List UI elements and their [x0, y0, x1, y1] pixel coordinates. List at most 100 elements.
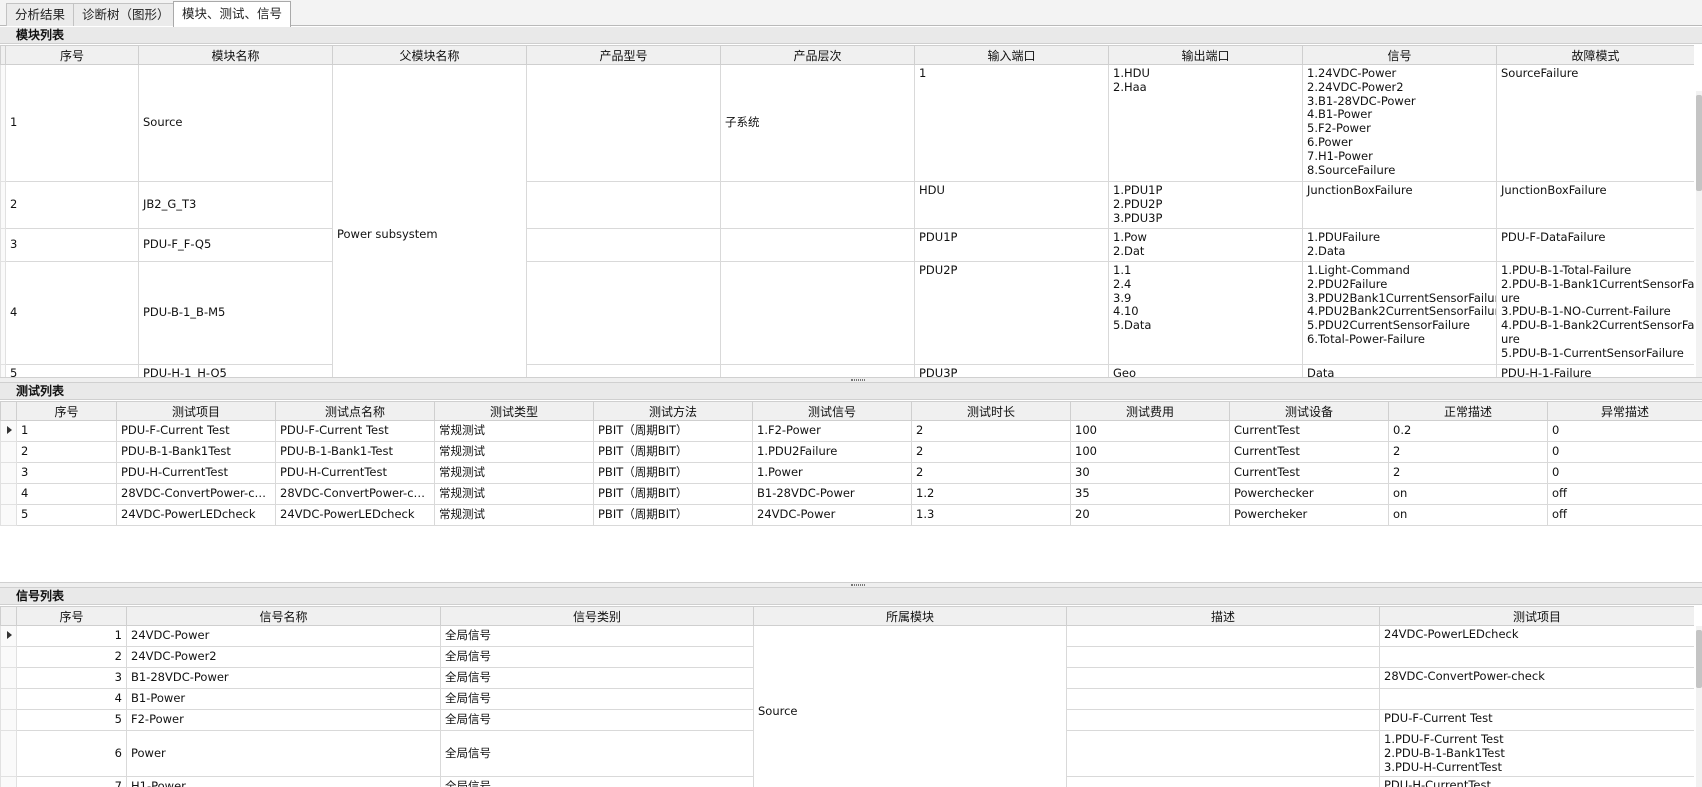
cell-signal-name[interactable]: H1-Power [126, 776, 441, 787]
cell-signals[interactable]: 1.24VDC-Power 2.24VDC-Power2 3.B1-28VDC-… [1302, 64, 1497, 182]
row-indicator[interactable] [0, 462, 17, 484]
cell-faults[interactable]: PDU-F-DataFailure [1496, 228, 1694, 262]
col-header[interactable]: 测试信号 [752, 401, 912, 421]
cell-test-method[interactable]: PBIT（周期BIT） [593, 420, 753, 442]
cell-seq[interactable]: 1 [16, 420, 117, 442]
cell-signal-desc[interactable] [1066, 776, 1380, 787]
tab-diagnosis-tree[interactable]: 诊断树（图形） [73, 3, 179, 26]
cell-seq[interactable]: 6 [16, 729, 127, 778]
table-row[interactable]: 1 PDU-F-Current Test PDU-F-Current Test … [0, 420, 1702, 442]
cell-test-equipment[interactable]: Powerchecker [1229, 483, 1389, 505]
cell-test-signal[interactable]: 24VDC-Power [752, 504, 912, 526]
cell-test-method[interactable]: PBIT（周期BIT） [593, 441, 753, 463]
col-header[interactable]: 序号 [16, 401, 117, 421]
cell-test-cost[interactable]: 20 [1070, 504, 1230, 526]
cell-seq[interactable]: 5 [16, 709, 127, 731]
col-header[interactable]: 信号 [1302, 45, 1497, 65]
cell-test-duration[interactable]: 1.2 [911, 483, 1071, 505]
row-indicator[interactable] [0, 261, 6, 365]
cell-seq[interactable]: 3 [5, 228, 139, 262]
cell-test-cost[interactable]: 30 [1070, 462, 1230, 484]
module-vertical-scrollbar[interactable] [1696, 91, 1702, 377]
cell-seq[interactable]: 2 [16, 646, 127, 668]
cell-test-point[interactable]: 28VDC-ConvertPower-ch... [275, 483, 435, 505]
cell-faults[interactable]: SourceFailure [1496, 64, 1694, 182]
cell-signal-desc[interactable] [1066, 646, 1380, 668]
cell-level[interactable]: 子系统 [720, 64, 915, 182]
cell-signal-tests[interactable]: PDU-H-CurrentTest [1379, 776, 1694, 787]
cell-seq[interactable]: 3 [16, 462, 117, 484]
col-header[interactable]: 测试项目 [116, 401, 276, 421]
cell-parent-module[interactable]: Power subsystem [332, 64, 527, 377]
table-row[interactable]: 1 Source Power subsystem 子系统 1 1.HDU 2.H… [0, 64, 1694, 377]
cell-seq[interactable]: 2 [5, 181, 139, 229]
cell-seq[interactable]: 4 [16, 688, 127, 710]
row-indicator[interactable] [0, 667, 17, 689]
cell-faults[interactable]: 1.PDU-B-1-Total-Failure 2.PDU-B-1-Bank1C… [1496, 261, 1694, 365]
cell-output[interactable]: Geo [1108, 364, 1303, 377]
col-header[interactable]: 测试项目 [1379, 606, 1694, 626]
cell-module-name[interactable]: JB2_G_T3 [138, 181, 333, 229]
cell-signals[interactable]: 1.PDUFailure 2.Data [1302, 228, 1497, 262]
cell-output[interactable]: 1.HDU 2.Haa [1108, 64, 1303, 182]
col-header[interactable]: 输出端口 [1108, 45, 1303, 65]
cell-signal-name[interactable]: 24VDC-Power2 [126, 646, 441, 668]
cell-input[interactable]: 1 [914, 64, 1109, 182]
cell-test-item[interactable]: PDU-F-Current Test [116, 420, 276, 442]
col-header[interactable]: 产品层次 [720, 45, 915, 65]
cell-test-signal[interactable]: 1.F2-Power [752, 420, 912, 442]
row-indicator[interactable] [0, 625, 17, 647]
cell-seq[interactable]: 7 [16, 776, 127, 787]
cell-abnormal-desc[interactable]: off [1547, 483, 1702, 505]
cell-test-type[interactable]: 常规测试 [434, 462, 594, 484]
cell-model[interactable] [526, 364, 721, 377]
row-indicator[interactable] [0, 776, 17, 787]
scrollbar-thumb[interactable] [1696, 630, 1702, 688]
col-header[interactable]: 描述 [1066, 606, 1380, 626]
cell-signal-desc[interactable] [1066, 667, 1380, 689]
cell-signal-category[interactable]: 全局信号 [440, 646, 754, 668]
col-header[interactable]: 产品型号 [526, 45, 721, 65]
col-header[interactable]: 测试类型 [434, 401, 594, 421]
cell-signal-tests[interactable]: 1.PDU-F-Current Test 2.PDU-B-1-Bank1Test… [1379, 729, 1694, 778]
cell-normal-desc[interactable]: 2 [1388, 441, 1548, 463]
cell-signal-name[interactable]: B1-28VDC-Power [126, 667, 441, 689]
cell-output[interactable]: 1.PDU1P 2.PDU2P 3.PDU3P [1108, 181, 1303, 229]
col-header[interactable]: 异常描述 [1547, 401, 1702, 421]
cell-signal-desc[interactable] [1066, 688, 1380, 710]
cell-signal-category[interactable]: 全局信号 [440, 709, 754, 731]
cell-seq[interactable]: 1 [5, 64, 139, 182]
row-indicator[interactable] [0, 504, 17, 526]
cell-module-name[interactable]: Source [138, 64, 333, 182]
col-header[interactable]: 正常描述 [1388, 401, 1548, 421]
cell-signal-category[interactable]: 全局信号 [440, 625, 754, 647]
row-indicator[interactable] [0, 483, 17, 505]
cell-seq[interactable]: 5 [16, 504, 117, 526]
cell-signal-name[interactable]: F2-Power [126, 709, 441, 731]
col-header[interactable]: 序号 [16, 606, 127, 626]
cell-faults[interactable]: JunctionBoxFailure [1496, 181, 1694, 229]
cell-seq[interactable]: 4 [5, 261, 139, 365]
cell-test-cost[interactable]: 100 [1070, 441, 1230, 463]
table-row[interactable]: 3 PDU-F_F-Q5 PDU1P 1.Pow 2.Dat 1.PDUFail… [0, 228, 1694, 262]
cell-test-signal[interactable]: 1.Power [752, 462, 912, 484]
row-indicator[interactable] [0, 729, 17, 778]
row-indicator[interactable] [0, 646, 17, 668]
row-indicator[interactable] [0, 688, 17, 710]
row-indicator[interactable] [0, 181, 6, 229]
cell-test-signal[interactable]: 1.PDU2Failure [752, 441, 912, 463]
col-header[interactable]: 测试方法 [593, 401, 753, 421]
cell-signal-desc[interactable] [1066, 709, 1380, 731]
table-row[interactable]: 4 28VDC-ConvertPower-ch... 28VDC-Convert… [0, 483, 1702, 505]
cell-seq[interactable]: 4 [16, 483, 117, 505]
row-indicator[interactable] [0, 420, 17, 442]
cell-signal-tests[interactable] [1379, 646, 1694, 668]
cell-abnormal-desc[interactable]: 0 [1547, 420, 1702, 442]
table-row[interactable]: 3 PDU-H-CurrentTest PDU-H-CurrentTest 常规… [0, 462, 1702, 484]
cell-test-equipment[interactable]: CurrentTest [1229, 462, 1389, 484]
table-row[interactable]: 2 PDU-B-1-Bank1Test PDU-B-1-Bank1-Test 常… [0, 441, 1702, 463]
cell-test-item[interactable]: PDU-H-CurrentTest [116, 462, 276, 484]
cell-output[interactable]: 1.Pow 2.Dat [1108, 228, 1303, 262]
cell-signal-tests[interactable]: PDU-F-Current Test [1379, 709, 1694, 731]
cell-signal-tests[interactable] [1379, 688, 1694, 710]
